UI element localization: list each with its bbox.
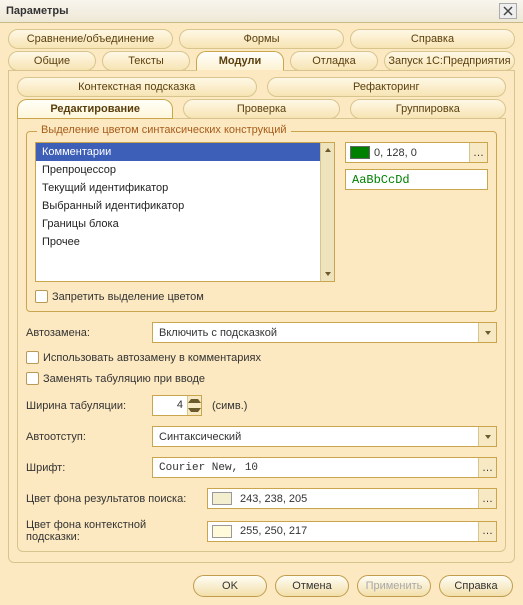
dropdown-button[interactable] [478, 427, 496, 446]
tab-width-unit: (симв.) [212, 400, 247, 412]
chevron-down-icon [325, 272, 331, 276]
autoreplace-label: Автозамена: [26, 327, 146, 339]
syntax-legend: Выделение цветом синтаксических конструк… [37, 124, 291, 136]
subtab-check[interactable]: Проверка [183, 99, 339, 119]
titlebar: Параметры [0, 0, 523, 23]
subtabs-row-2: Редактирование Проверка Группировка [17, 99, 506, 119]
tabs-row-2: Общие Тексты Модули Отладка Запуск 1С:Пр… [8, 51, 515, 71]
tab-width-input[interactable]: 4 [152, 395, 202, 416]
syntax-preview: AaBbCcDd [345, 169, 488, 190]
list-item[interactable]: Препроцессор [36, 161, 320, 179]
color-swatch [212, 492, 232, 505]
close-button[interactable] [499, 3, 517, 19]
autoindent-label: Автоотступ: [26, 431, 146, 443]
autoreplace-value: Включить с подсказкой [153, 327, 478, 339]
window-title: Параметры [6, 5, 499, 17]
autoreplace-select[interactable]: Включить с подсказкой [152, 322, 497, 343]
syntax-highlight-fieldset: Выделение цветом синтаксических конструк… [26, 131, 497, 312]
tab-forms[interactable]: Формы [179, 29, 344, 49]
ok-button[interactable]: OK [193, 575, 267, 597]
subtab-refactoring[interactable]: Рефакторинг [267, 77, 507, 97]
tab-help[interactable]: Справка [350, 29, 515, 49]
chevron-up-icon [325, 148, 331, 152]
dropdown-button[interactable] [478, 323, 496, 342]
font-value: Courier New, 10 [153, 462, 478, 474]
list-item[interactable]: Выбранный идентификатор [36, 197, 320, 215]
tab-debug[interactable]: Отладка [290, 51, 378, 71]
scroll-up-button[interactable] [322, 143, 334, 157]
help-button[interactable]: Справка [439, 575, 513, 597]
list-item[interactable]: Текущий идентификатор [36, 179, 320, 197]
color-value-text: 0, 128, 0 [374, 147, 469, 159]
tab-general[interactable]: Общие [8, 51, 96, 71]
autocomplete-comments-label: Использовать автозамену в комментариях [43, 352, 261, 364]
list-item[interactable]: Границы блока [36, 215, 320, 233]
list-item[interactable]: Комментарии [36, 143, 320, 161]
autocomplete-comments-checkbox[interactable] [26, 351, 39, 364]
tab-modules[interactable]: Модули [196, 51, 284, 71]
search-bg-label: Цвет фона результатов поиска: [26, 493, 201, 505]
chevron-down-icon [485, 435, 491, 439]
apply-button[interactable]: Применить [357, 575, 431, 597]
font-picker-button[interactable]: … [478, 458, 496, 477]
chevron-down-icon [188, 408, 201, 412]
disable-highlight-checkbox[interactable] [35, 290, 48, 303]
syntax-listbox[interactable]: Комментарии Препроцессор Текущий идентиф… [35, 142, 335, 282]
scroll-down-button[interactable] [322, 267, 334, 281]
search-bg-value: 243, 238, 205 [236, 493, 478, 505]
tab-launch[interactable]: Запуск 1С:Предприятия [384, 51, 515, 71]
subtab-grouping[interactable]: Группировка [350, 99, 506, 119]
hint-bg-label: Цвет фона контекстной подсказки: [26, 519, 201, 543]
chevron-down-icon [485, 331, 491, 335]
button-bar: OK Отмена Применить Справка [0, 567, 523, 605]
spin-down-button[interactable] [188, 406, 201, 416]
cancel-button[interactable]: Отмена [275, 575, 349, 597]
replace-tabs-checkbox[interactable] [26, 372, 39, 385]
hint-bg-field[interactable]: 255, 250, 217 … [207, 521, 497, 542]
tab-width-value: 4 [153, 396, 187, 415]
editing-panel: Выделение цветом синтаксических конструк… [17, 118, 506, 552]
color-swatch [350, 146, 370, 159]
color-picker-button[interactable]: … [469, 143, 487, 162]
tab-width-label: Ширина табуляции: [26, 400, 146, 412]
close-icon [503, 6, 513, 16]
color-swatch [212, 525, 232, 538]
replace-tabs-label: Заменять табуляцию при вводе [43, 373, 205, 385]
subtab-editing[interactable]: Редактирование [17, 99, 173, 119]
autoindent-value: Синтаксический [153, 431, 478, 443]
search-bg-field[interactable]: 243, 238, 205 … [207, 488, 497, 509]
list-item[interactable]: Прочее [36, 233, 320, 251]
color-input[interactable]: 0, 128, 0 … [345, 142, 488, 163]
subtabs-row-1: Контекстная подсказка Рефакторинг [17, 77, 506, 97]
subtab-context-hint[interactable]: Контекстная подсказка [17, 77, 257, 97]
font-label: Шрифт: [26, 462, 146, 474]
tab-texts[interactable]: Тексты [102, 51, 190, 71]
color-picker-button[interactable]: … [478, 522, 496, 541]
chevron-up-icon [188, 399, 201, 403]
modules-panel: Контекстная подсказка Рефакторинг Редакт… [8, 70, 515, 563]
tabs-row-1: Сравнение/объединение Формы Справка [8, 29, 515, 49]
autoindent-select[interactable]: Синтаксический [152, 426, 497, 447]
color-picker-button[interactable]: … [478, 489, 496, 508]
hint-bg-value: 255, 250, 217 [236, 525, 478, 537]
disable-highlight-label: Запретить выделение цветом [52, 291, 204, 303]
tab-compare-merge[interactable]: Сравнение/объединение [8, 29, 173, 49]
list-scrollbar[interactable] [320, 143, 334, 281]
font-field[interactable]: Courier New, 10 … [152, 457, 497, 478]
spin-up-button[interactable] [188, 396, 201, 406]
